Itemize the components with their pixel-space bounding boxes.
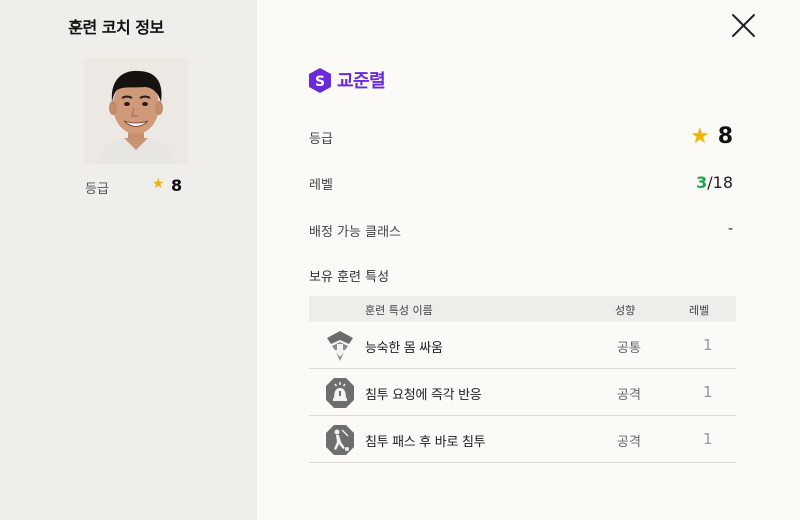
octagon-pass-icon — [326, 425, 354, 455]
coach-portrait — [84, 58, 188, 164]
grade-label: 등급 — [309, 132, 333, 147]
grade-value: 8 — [171, 176, 183, 195]
left-grade-row: 등급 ★ 8 — [0, 174, 257, 198]
coach-header: S 교준렬 — [309, 67, 386, 93]
header-type: 성향 — [615, 304, 636, 317]
close-button[interactable] — [731, 13, 756, 38]
header-name: 훈련 특성 이름 — [365, 304, 433, 317]
traits-table: 훈련 특성 이름 성향 레벨 능숙한 몸 싸움 공통 1 침투 요청에 즉각 반… — [309, 296, 736, 463]
class-value: - — [727, 221, 733, 237]
trait-type: 공통 — [617, 341, 641, 356]
octagon-alert-icon — [326, 378, 354, 408]
header-level: 레벨 — [689, 304, 710, 317]
table-row[interactable]: 침투 요청에 즉각 반응 공격 1 — [309, 369, 736, 416]
trait-type: 공격 — [617, 435, 641, 450]
level-max: /18 — [707, 172, 733, 192]
trait-name: 능숙한 몸 싸움 — [365, 341, 443, 356]
grade-row: 등급 ★ 8 — [309, 122, 733, 150]
class-row: 배정 가능 클래스 - — [309, 215, 733, 243]
trait-type: 공격 — [617, 388, 641, 403]
level-row: 레벨 3/18 — [309, 168, 733, 196]
trait-level: 1 — [703, 383, 713, 401]
trait-name: 침투 패스 후 바로 침투 — [365, 435, 486, 450]
s-rank-badge-icon: S — [309, 67, 331, 93]
grade-label: 등급 — [85, 182, 109, 197]
close-icon — [732, 14, 755, 37]
badge-letter: S — [315, 74, 325, 90]
coach-summary-panel: 훈련 코치 정보 등급 ★ 8 — [0, 0, 257, 520]
panel-title: 훈련 코치 정보 — [68, 18, 164, 37]
trait-level: 1 — [703, 430, 713, 448]
shield-down-arrow-icon — [327, 331, 353, 361]
star-icon: ★ — [689, 123, 710, 149]
level-label: 레벨 — [309, 178, 333, 193]
table-row[interactable]: 침투 패스 후 바로 침투 공격 1 — [309, 416, 736, 463]
grade-value: 8 — [717, 123, 733, 149]
coach-name: 교준렬 — [337, 71, 386, 92]
table-header: 훈련 특성 이름 성향 레벨 — [309, 296, 736, 322]
level-current: 3 — [696, 172, 708, 192]
trait-level: 1 — [703, 336, 713, 354]
trait-name: 침투 요청에 즉각 반응 — [365, 388, 482, 403]
table-row[interactable]: 능숙한 몸 싸움 공통 1 — [309, 322, 736, 369]
traits-section-title: 보유 훈련 특성 — [309, 270, 390, 285]
class-label: 배정 가능 클래스 — [309, 225, 401, 240]
star-icon: ★ — [152, 176, 165, 192]
